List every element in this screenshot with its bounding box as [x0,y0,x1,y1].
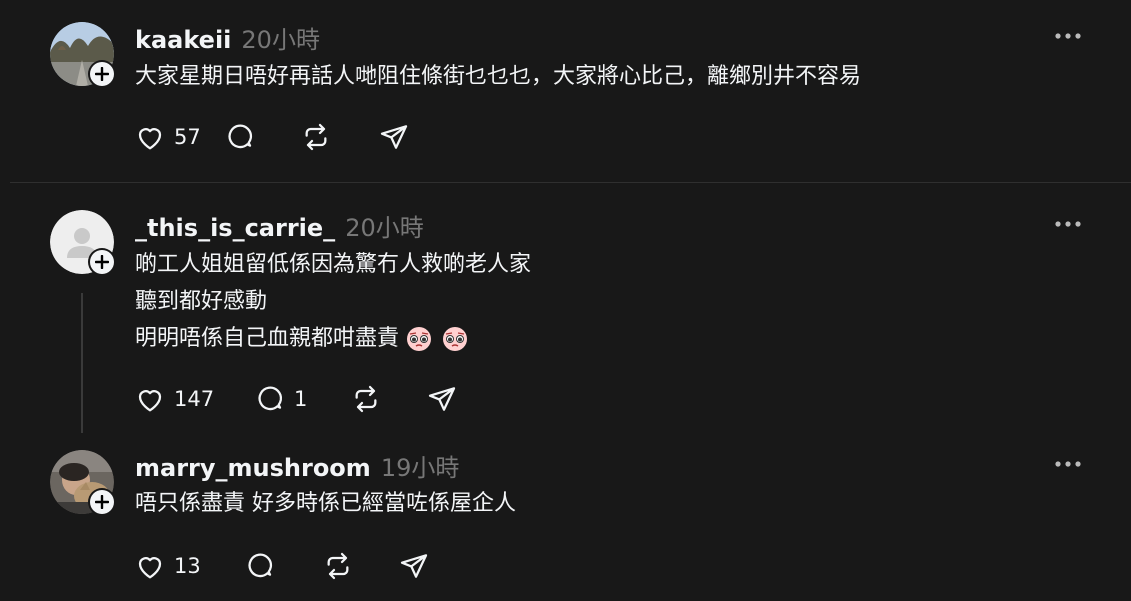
more-options-icon[interactable] [1054,460,1082,468]
avatar[interactable] [50,210,116,276]
reply-button[interactable]: 1 [254,383,350,415]
repost-button[interactable] [300,121,378,153]
post-text: 唔只係盡責 好多時係已經當咗係屋企￼人 [135,485,516,522]
comment-icon [258,386,282,411]
repost-button[interactable] [322,550,398,582]
action-bar: 57 [134,120,410,154]
post-header: kaakeii 20小時 [135,20,320,55]
like-count: 13 [174,554,201,578]
avatar[interactable] [50,450,116,516]
repost-icon [327,552,349,580]
like-button[interactable]: 147 [134,383,254,415]
like-count: 57 [174,125,201,149]
reply-button[interactable] [224,121,300,153]
heart-icon [138,557,162,579]
username[interactable]: marry_mushroom [135,454,371,482]
pleading-face-emoji-icon [407,326,432,351]
avatar[interactable] [50,22,116,88]
like-count: 147 [174,387,215,411]
share-button[interactable] [398,550,430,582]
timestamp[interactable]: 20小時 [345,214,424,242]
thread-line [81,293,83,433]
comment-icon [248,553,272,578]
post-kaakeii: kaakeii 20小時 大家星期日唔好再話人哋阻住條街乜乜乜，大家將心比己，離鄉… [0,0,1131,182]
post-header: _this_is_carrie_ 20小時 [135,208,424,243]
action-bar: 13 [134,549,430,583]
like-button[interactable]: 57 [134,121,224,153]
post-marry-mushroom: marry_mushroom 19小時 唔只係盡責 好多時係已經當咗係屋企￼人 1… [0,443,1131,601]
heart-icon [138,128,162,150]
plus-icon [90,490,114,514]
repost-icon [355,385,377,413]
repost-button[interactable] [350,383,426,415]
post-line: 唔只係盡責 好多時係已經當咗係屋企￼人 [135,491,516,516]
share-button[interactable] [426,383,458,415]
repost-icon [305,123,327,151]
post-line: 聽到都好感動 [135,289,268,314]
plus-icon [90,250,114,274]
heart-icon [138,390,162,412]
more-options-icon[interactable] [1054,220,1082,228]
follow-button[interactable] [88,488,116,516]
comment-icon [228,124,252,149]
post-text: 啲工人姐姐留低係因為驚冇人救啲老人家 聽到都好感動 明明唔係自己血親都咁盡責 [135,246,531,357]
plus-icon [90,62,114,86]
reply-count: 1 [294,387,308,411]
send-icon [400,554,428,578]
username[interactable]: kaakeii [135,26,231,54]
post-line: 大家星期日唔好再話人哋阻住條街乜乜乜，大家將心比己，離鄉別井不容易 [135,64,862,89]
reply-button[interactable] [244,550,322,582]
post-line: 啲工人姐姐留低係因為驚冇人救啲老人家 [135,252,532,277]
username[interactable]: _this_is_carrie_ [135,214,335,242]
post-text: 大家星期日唔好再話人哋阻住條街乜乜乜，大家將心比己，離鄉別井不容易 [135,58,861,95]
share-button[interactable] [378,121,410,153]
action-bar: 147 1 [134,382,458,416]
timestamp[interactable]: 19小時 [381,454,460,482]
like-button[interactable]: 13 [134,550,244,582]
post-line-text: 明明唔係自己血親都咁盡責 [135,326,400,351]
follow-button[interactable] [88,248,116,276]
send-icon [380,125,408,149]
pleading-face-emoji-icon [443,326,468,351]
more-options-icon[interactable] [1054,32,1082,40]
send-icon [428,387,456,411]
timestamp[interactable]: 20小時 [241,26,320,54]
post-this-is-carrie: _this_is_carrie_ 20小時 啲工人姐姐留低係因為驚冇人救啲老人家 … [0,183,1131,443]
post-header: marry_mushroom 19小時 [135,448,459,483]
follow-button[interactable] [88,60,116,88]
post-line: 明明唔係自己血親都咁盡責 [135,320,531,357]
